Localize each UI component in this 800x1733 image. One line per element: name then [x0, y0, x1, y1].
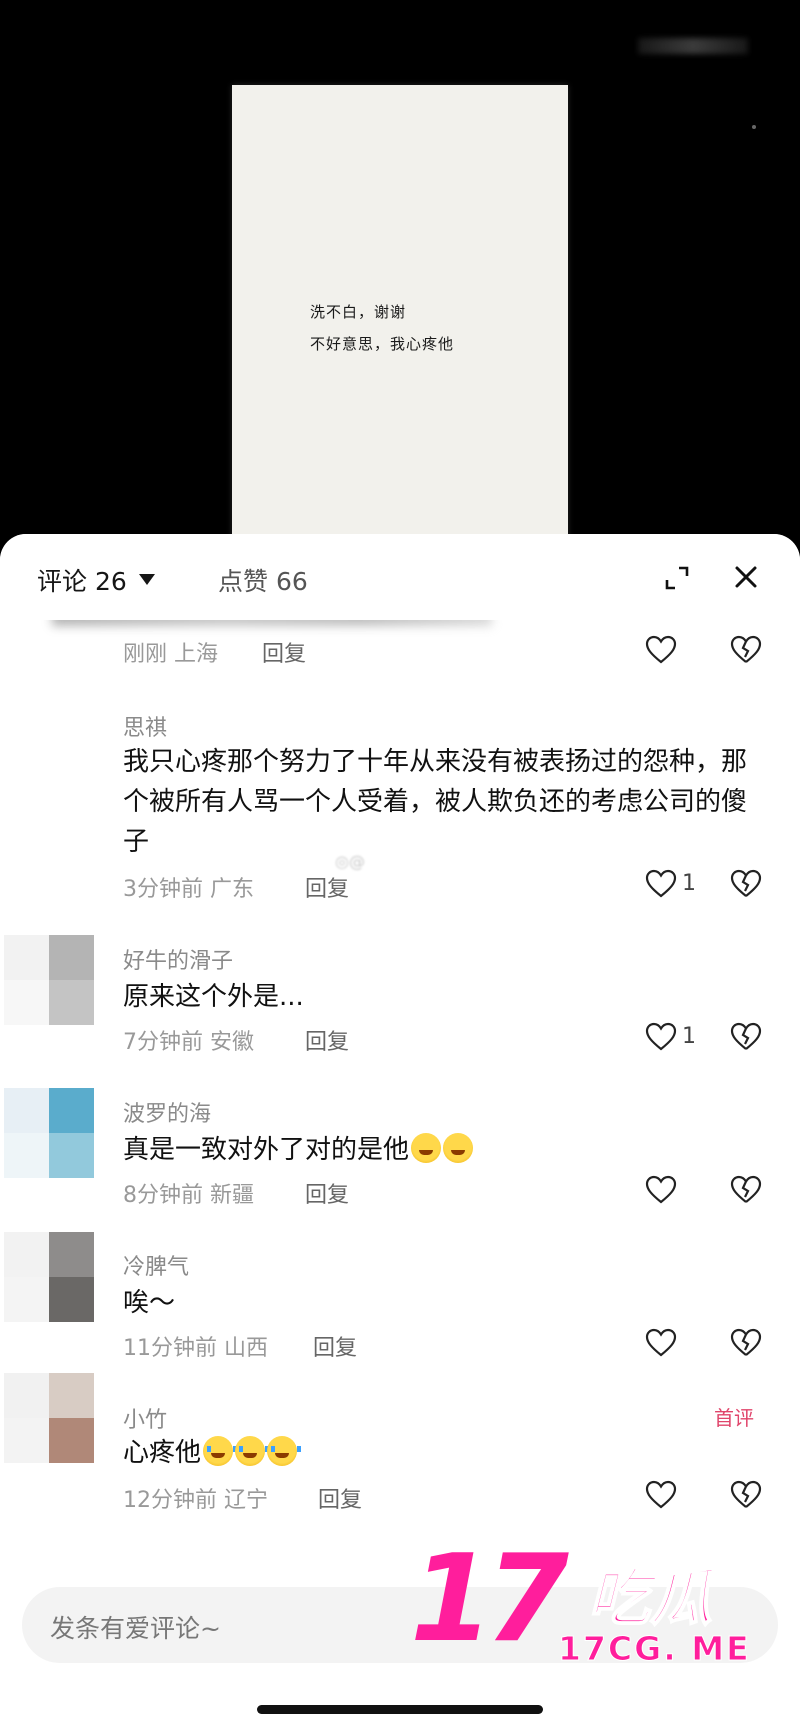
tab-comments[interactable]: 评论 26: [37, 562, 127, 598]
comment-text: 唉～: [123, 1288, 176, 1318]
comment-text: 真是一致对外了对的是他: [123, 1130, 763, 1170]
caret-down-icon[interactable]: [139, 574, 155, 585]
reply-button[interactable]: 回复: [318, 1482, 362, 1514]
broken-heart-icon[interactable]: [730, 869, 762, 899]
avatar[interactable]: [4, 1232, 94, 1322]
card-text-line1: 洗不白，谢谢: [310, 303, 407, 321]
comment-text: 心疼他: [123, 1433, 763, 1473]
comment-time: 刚刚 上海: [123, 642, 219, 667]
status-bar-blur: [638, 38, 748, 54]
comment-text-body: 真是一致对外了对的是他: [123, 1135, 410, 1165]
tab-likes[interactable]: 点赞 66: [218, 562, 308, 598]
laugh-cry-emoji-icon: [411, 1133, 442, 1163]
comment-author[interactable]: 思祺: [123, 710, 167, 742]
broken-heart-icon[interactable]: [730, 1480, 762, 1510]
comment-time: 12分钟前 辽宁: [123, 1488, 269, 1513]
video-player[interactable]: 洗不白，谢谢 不好意思，我心疼他: [0, 0, 800, 575]
paper-card: 洗不白，谢谢 不好意思，我心疼他: [232, 85, 568, 575]
close-icon[interactable]: [731, 562, 761, 592]
comment-author[interactable]: 冷脾气: [123, 1249, 189, 1281]
comment-text-body: 心疼他: [123, 1438, 202, 1468]
comment-time: 11分钟前 山西: [123, 1336, 269, 1361]
comment-text: 原来这个外是...: [123, 982, 304, 1012]
reply-button[interactable]: 回复: [305, 1177, 349, 1209]
broken-heart-icon[interactable]: [730, 1022, 762, 1052]
weibo-watermark-blur: ◎@: [335, 852, 429, 871]
home-indicator[interactable]: [257, 1705, 543, 1714]
crying-emoji-icon: [267, 1436, 302, 1466]
comment-text: 我只心疼那个努力了十年从来没有被表扬过的怨种，那个被所有人骂一个人受着，被人欺负…: [123, 747, 748, 857]
laugh-cry-emoji-icon: [443, 1133, 474, 1163]
heart-icon[interactable]: [645, 1328, 677, 1358]
card-text-line2: 不好意思，我心疼他: [310, 335, 455, 353]
broken-heart-icon[interactable]: [730, 1328, 762, 1358]
indicator-dot: [752, 125, 756, 129]
like-count: 1: [682, 871, 696, 896]
comment-author[interactable]: 波罗的海: [123, 1096, 211, 1128]
watermark-number: 17: [410, 1530, 569, 1669]
heart-icon[interactable]: [645, 869, 677, 899]
heart-icon[interactable]: [645, 635, 677, 665]
comment-time: 7分钟前 安徽: [123, 1030, 255, 1055]
reply-button[interactable]: 回复: [305, 871, 349, 903]
reply-button[interactable]: 回复: [313, 1330, 357, 1362]
site-watermark: 17 吃瓜 17CG. ME: [410, 1530, 780, 1669]
comment-author[interactable]: 好牛的滑子: [123, 943, 233, 975]
broken-heart-icon[interactable]: [730, 1175, 762, 1205]
watermark-name: 吃瓜: [587, 1560, 713, 1635]
heart-icon[interactable]: [645, 1175, 677, 1205]
reply-button[interactable]: 回复: [262, 636, 306, 668]
comment-author[interactable]: 小竹: [123, 1402, 167, 1434]
watermark-url: 17CG. ME: [558, 1629, 751, 1669]
avatar[interactable]: [4, 1373, 94, 1463]
first-comment-badge: 首评: [714, 1406, 754, 1430]
expand-icon[interactable]: [663, 564, 691, 592]
heart-icon[interactable]: [645, 1480, 677, 1510]
avatar[interactable]: [4, 1088, 94, 1178]
avatar[interactable]: [4, 935, 94, 1025]
crying-emoji-icon: [235, 1436, 270, 1466]
comment-time: 3分钟前 广东: [123, 877, 255, 902]
heart-icon[interactable]: [645, 1022, 677, 1052]
comment-time: 8分钟前 新疆: [123, 1183, 255, 1208]
broken-heart-icon[interactable]: [730, 635, 762, 665]
comment-input-placeholder: 发条有爱评论~: [50, 1614, 221, 1643]
crying-emoji-icon: [203, 1436, 238, 1466]
like-count: 1: [682, 1024, 696, 1049]
sheet-header: 评论 26 点赞 66: [0, 534, 800, 620]
reply-button[interactable]: 回复: [305, 1024, 349, 1056]
